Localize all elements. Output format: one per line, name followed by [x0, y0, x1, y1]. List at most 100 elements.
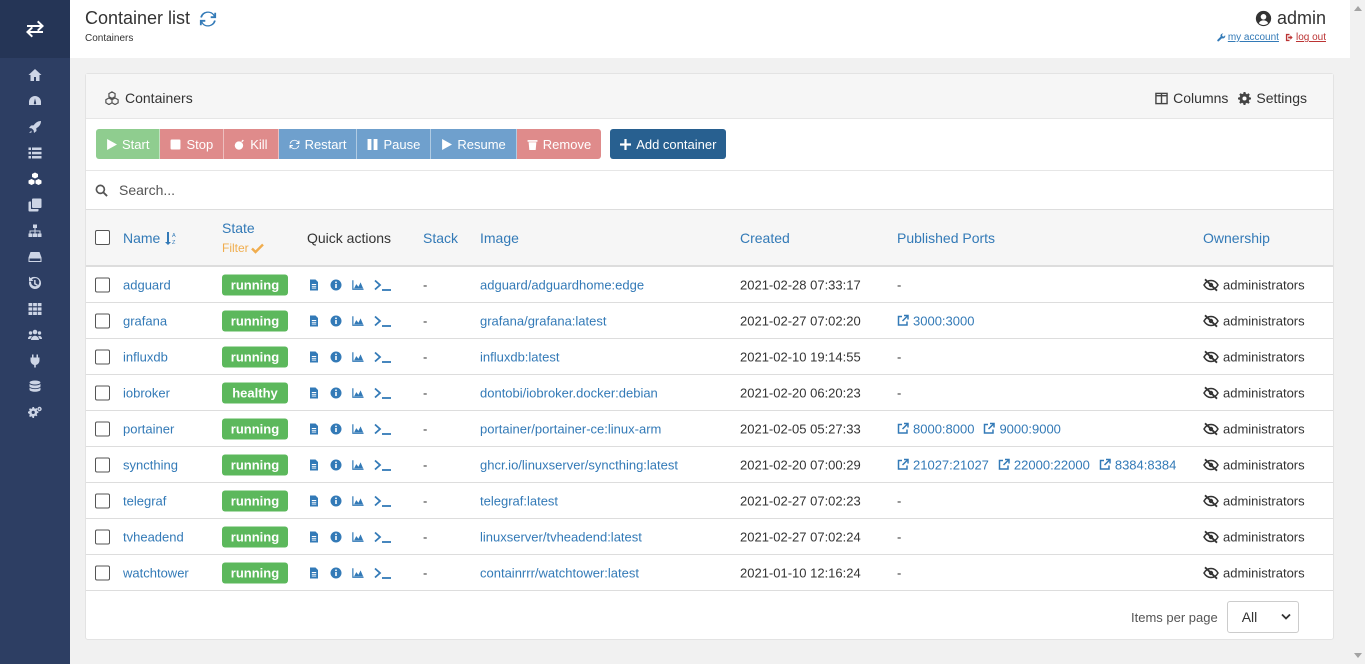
logs-file-icon[interactable]: [308, 423, 320, 435]
console-icon[interactable]: [374, 531, 392, 543]
sidebar-item-sitemap[interactable]: [0, 218, 70, 244]
settings-button[interactable]: Settings: [1238, 90, 1307, 106]
console-icon[interactable]: [374, 459, 392, 471]
port-link[interactable]: 22000:22000: [998, 457, 1090, 472]
items-per-page-select[interactable]: All: [1226, 601, 1299, 633]
scroll-up-arrow[interactable]: [1354, 6, 1362, 11]
image-link[interactable]: linuxserver/tvheadend:latest: [480, 529, 642, 544]
container-name-link[interactable]: telegraf: [123, 493, 166, 508]
sidebar-item-cogs[interactable]: [0, 400, 70, 426]
container-name-link[interactable]: influxdb: [123, 349, 168, 364]
stats-chart-icon[interactable]: [352, 351, 364, 363]
sidebar-item-plug[interactable]: [0, 348, 70, 374]
container-name-link[interactable]: syncthing: [123, 457, 178, 472]
console-icon[interactable]: [374, 567, 392, 579]
start-button[interactable]: Start: [96, 129, 161, 159]
sidebar-item-clone[interactable]: [0, 192, 70, 218]
row-checkbox[interactable]: [95, 349, 110, 364]
sidebar-item-list[interactable]: [0, 140, 70, 166]
stack-column-header[interactable]: Stack: [423, 230, 458, 246]
stats-chart-icon[interactable]: [352, 459, 364, 471]
row-checkbox[interactable]: [95, 493, 110, 508]
logs-file-icon[interactable]: [308, 351, 320, 363]
image-link[interactable]: ghcr.io/linuxserver/syncthing:latest: [480, 457, 678, 472]
name-column-header[interactable]: Name AZ: [123, 230, 178, 246]
console-icon[interactable]: [374, 387, 392, 399]
console-icon[interactable]: [374, 315, 392, 327]
row-checkbox[interactable]: [95, 277, 110, 292]
stats-chart-icon[interactable]: [352, 495, 364, 507]
info-circle-icon[interactable]: [330, 495, 342, 507]
port-link[interactable]: 3000:3000: [897, 313, 974, 328]
port-link[interactable]: 21027:21027: [897, 457, 989, 472]
state-column-header[interactable]: State: [222, 220, 255, 236]
console-icon[interactable]: [374, 495, 392, 507]
state-filter[interactable]: Filter: [222, 241, 264, 255]
console-icon[interactable]: [374, 423, 392, 435]
logs-file-icon[interactable]: [308, 495, 320, 507]
row-checkbox[interactable]: [95, 565, 110, 580]
logs-file-icon[interactable]: [308, 567, 320, 579]
info-circle-icon[interactable]: [330, 315, 342, 327]
image-column-header[interactable]: Image: [480, 230, 519, 246]
container-name-link[interactable]: adguard: [123, 277, 171, 292]
container-name-link[interactable]: watchtower: [123, 565, 189, 580]
stats-chart-icon[interactable]: [352, 531, 364, 543]
sidebar-item-history[interactable]: [0, 270, 70, 296]
info-circle-icon[interactable]: [330, 279, 342, 291]
info-circle-icon[interactable]: [330, 387, 342, 399]
scroll-down-arrow[interactable]: [1354, 653, 1362, 658]
logs-file-icon[interactable]: [308, 531, 320, 543]
scrollbar[interactable]: [1350, 0, 1365, 664]
console-icon[interactable]: [374, 351, 392, 363]
row-checkbox[interactable]: [95, 313, 110, 328]
pause-button[interactable]: Pause: [357, 129, 432, 159]
container-name-link[interactable]: grafana: [123, 313, 167, 328]
info-circle-icon[interactable]: [330, 531, 342, 543]
sidebar-item-users[interactable]: [0, 322, 70, 348]
ownership-column-header[interactable]: Ownership: [1203, 230, 1270, 246]
info-circle-icon[interactable]: [330, 459, 342, 471]
remove-button[interactable]: Remove: [516, 129, 602, 159]
select-all-checkbox[interactable]: [95, 230, 110, 245]
container-name-link[interactable]: portainer: [123, 421, 174, 436]
sidebar-item-rocket[interactable]: [0, 114, 70, 140]
row-checkbox[interactable]: [95, 385, 110, 400]
port-link[interactable]: 8000:8000: [897, 421, 974, 436]
row-checkbox[interactable]: [95, 457, 110, 472]
image-link[interactable]: grafana/grafana:latest: [480, 313, 606, 328]
sidebar-item-database[interactable]: [0, 374, 70, 400]
log-out-link[interactable]: log out: [1285, 32, 1326, 43]
info-circle-icon[interactable]: [330, 567, 342, 579]
stats-chart-icon[interactable]: [352, 387, 364, 399]
stats-chart-icon[interactable]: [352, 423, 364, 435]
sidebar-item-dashboard[interactable]: [0, 88, 70, 114]
stats-chart-icon[interactable]: [352, 567, 364, 579]
my-account-link[interactable]: my account: [1217, 32, 1279, 43]
info-circle-icon[interactable]: [330, 423, 342, 435]
sidebar-toggle[interactable]: [0, 0, 70, 58]
add-container-button[interactable]: Add container: [610, 129, 727, 159]
logs-file-icon[interactable]: [308, 279, 320, 291]
image-link[interactable]: dontobi/iobroker.docker:debian: [480, 385, 658, 400]
logs-file-icon[interactable]: [308, 387, 320, 399]
kill-button[interactable]: Kill: [224, 129, 279, 159]
info-circle-icon[interactable]: [330, 351, 342, 363]
search-input[interactable]: [119, 182, 719, 198]
resume-button[interactable]: Resume: [431, 129, 517, 159]
port-link[interactable]: 8384:8384: [1099, 457, 1176, 472]
sidebar-item-th[interactable]: [0, 296, 70, 322]
stats-chart-icon[interactable]: [352, 279, 364, 291]
console-icon[interactable]: [374, 279, 392, 291]
container-name-link[interactable]: iobroker: [123, 385, 170, 400]
refresh-icon[interactable]: [199, 10, 217, 28]
sidebar-item-home[interactable]: [0, 62, 70, 88]
port-link[interactable]: 9000:9000: [983, 421, 1061, 436]
sidebar-item-cubes[interactable]: [0, 166, 70, 192]
stats-chart-icon[interactable]: [352, 315, 364, 327]
logs-file-icon[interactable]: [308, 459, 320, 471]
stop-button[interactable]: Stop: [160, 129, 225, 159]
logs-file-icon[interactable]: [308, 315, 320, 327]
row-checkbox[interactable]: [95, 421, 110, 436]
container-name-link[interactable]: tvheadend: [123, 529, 184, 544]
